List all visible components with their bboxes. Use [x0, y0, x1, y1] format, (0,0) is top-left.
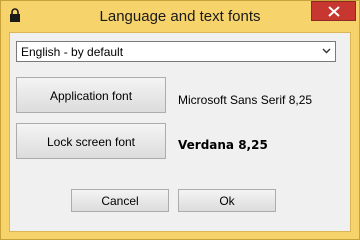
close-button[interactable]	[311, 1, 356, 21]
language-select[interactable]: English - by default	[16, 41, 336, 62]
dialog-window: Language and text fonts English - by def…	[0, 0, 360, 240]
cancel-button-label: Cancel	[101, 194, 139, 208]
title-bar[interactable]: Language and text fonts	[1, 1, 359, 32]
ok-button-label: Ok	[219, 194, 235, 208]
window-title: Language and text fonts	[99, 8, 261, 25]
ok-button[interactable]: Ok	[178, 189, 276, 212]
application-font-button[interactable]: Application font	[16, 77, 166, 113]
application-font-value: Microsoft Sans Serif 8,25	[178, 93, 313, 107]
application-font-button-label: Application font	[49, 89, 133, 103]
cancel-button[interactable]: Cancel	[71, 189, 169, 212]
dialog-content: English - by default Application font Mi…	[9, 32, 351, 232]
close-icon	[328, 6, 340, 17]
language-select-value: English - by default	[21, 45, 124, 59]
lock-screen-font-button[interactable]: Lock screen font	[16, 123, 166, 159]
chevron-down-icon	[322, 48, 331, 54]
lock-screen-font-value: Verdana 8,25	[178, 138, 268, 152]
lock-screen-font-button-label: Lock screen font	[46, 135, 136, 149]
